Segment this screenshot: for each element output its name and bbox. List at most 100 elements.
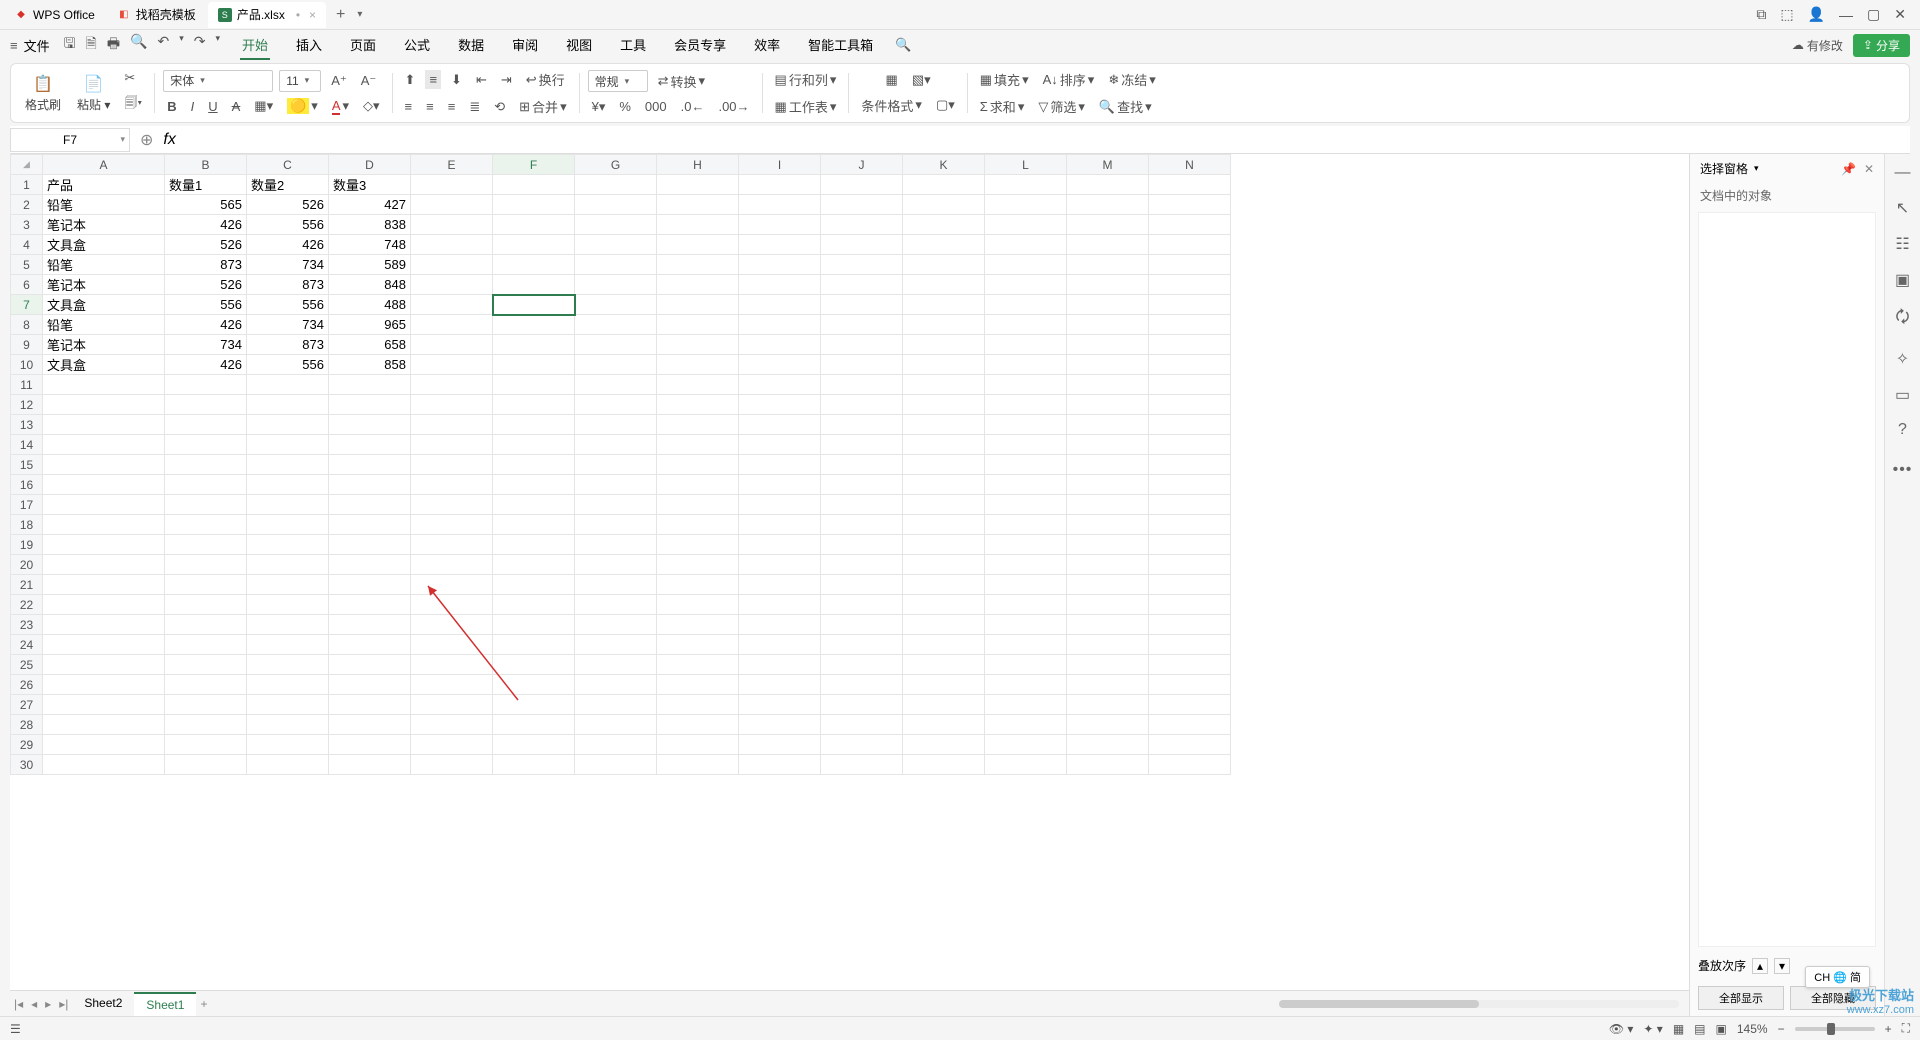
cell-D27[interactable] (329, 695, 411, 715)
align-top-icon[interactable]: ⬆ (401, 70, 420, 90)
cell-N29[interactable] (1149, 735, 1231, 755)
cell-H12[interactable] (657, 395, 739, 415)
cell-I21[interactable] (739, 575, 821, 595)
cell-G6[interactable] (575, 275, 657, 295)
cell-N16[interactable] (1149, 475, 1231, 495)
cell-N18[interactable] (1149, 515, 1231, 535)
cell-M2[interactable] (1067, 195, 1149, 215)
col-header-J[interactable]: J (821, 155, 903, 175)
cell-K15[interactable] (903, 455, 985, 475)
border-button[interactable]: ▦▾ (250, 96, 277, 116)
cell-D17[interactable] (329, 495, 411, 515)
row-header-29[interactable]: 29 (11, 735, 43, 755)
cell-K7[interactable] (903, 295, 985, 315)
file-tab[interactable]: S 产品.xlsx • × (208, 2, 326, 28)
menu-tab-6[interactable]: 视图 (564, 31, 594, 60)
collapse-rail-icon[interactable]: — (1895, 164, 1911, 182)
cell-B4[interactable]: 526 (165, 235, 247, 255)
cell-N1[interactable] (1149, 175, 1231, 195)
cell-C9[interactable]: 873 (247, 335, 329, 355)
cell-H25[interactable] (657, 655, 739, 675)
merge-button[interactable]: ⊞ 合并▾ (515, 95, 570, 118)
cell-L7[interactable] (985, 295, 1067, 315)
cell-A20[interactable] (43, 555, 165, 575)
strike-button[interactable]: A (228, 97, 245, 116)
cond-format-button[interactable]: 条件格式▾ (857, 94, 926, 117)
cell-B25[interactable] (165, 655, 247, 675)
add-sheet-button[interactable]: + (196, 997, 211, 1011)
cell-I9[interactable] (739, 335, 821, 355)
cell-M11[interactable] (1067, 375, 1149, 395)
cell-E21[interactable] (411, 575, 493, 595)
cell-G25[interactable] (575, 655, 657, 675)
modify-status[interactable]: ☁有修改 (1792, 37, 1843, 54)
italic-button[interactable]: I (187, 97, 199, 116)
indent-right-icon[interactable]: ⇥ (497, 70, 516, 90)
cell-N7[interactable] (1149, 295, 1231, 315)
cell-M26[interactable] (1067, 675, 1149, 695)
cell-A16[interactable] (43, 475, 165, 495)
cell-M9[interactable] (1067, 335, 1149, 355)
cell-H1[interactable] (657, 175, 739, 195)
cell-I3[interactable] (739, 215, 821, 235)
cell-E8[interactable] (411, 315, 493, 335)
cell-K18[interactable] (903, 515, 985, 535)
cell-M24[interactable] (1067, 635, 1149, 655)
cell-K27[interactable] (903, 695, 985, 715)
cell-L16[interactable] (985, 475, 1067, 495)
cell-C18[interactable] (247, 515, 329, 535)
move-up-icon[interactable]: ▴ (1752, 958, 1768, 974)
cell-D9[interactable]: 658 (329, 335, 411, 355)
cell-F10[interactable] (493, 355, 575, 375)
file-menu[interactable]: 文件 (24, 36, 50, 55)
cell-K21[interactable] (903, 575, 985, 595)
cell-G19[interactable] (575, 535, 657, 555)
cell-F5[interactable] (493, 255, 575, 275)
cell-L9[interactable] (985, 335, 1067, 355)
row-header-6[interactable]: 6 (11, 275, 43, 295)
cell-K11[interactable] (903, 375, 985, 395)
cell-M18[interactable] (1067, 515, 1149, 535)
cell-I28[interactable] (739, 715, 821, 735)
help-rail-icon[interactable]: ? (1898, 421, 1907, 439)
cell-J22[interactable] (821, 595, 903, 615)
cell-F20[interactable] (493, 555, 575, 575)
view-custom-icon[interactable]: ▣ (1716, 1022, 1727, 1036)
cell-L8[interactable] (985, 315, 1067, 335)
cell-G9[interactable] (575, 335, 657, 355)
cell-N8[interactable] (1149, 315, 1231, 335)
cell-M25[interactable] (1067, 655, 1149, 675)
cell-G13[interactable] (575, 415, 657, 435)
cell-G3[interactable] (575, 215, 657, 235)
cell-E19[interactable] (411, 535, 493, 555)
menu-tab-4[interactable]: 数据 (456, 31, 486, 60)
cell-G14[interactable] (575, 435, 657, 455)
cell-K4[interactable] (903, 235, 985, 255)
row-header-5[interactable]: 5 (11, 255, 43, 275)
clear-format-button[interactable]: ◇▾ (359, 96, 384, 116)
fx-icon[interactable]: fx (163, 131, 175, 149)
maximize-button[interactable]: ▢ (1867, 6, 1880, 23)
save-icon[interactable]: 🖫 (64, 33, 76, 57)
cell-F27[interactable] (493, 695, 575, 715)
cell-C13[interactable] (247, 415, 329, 435)
cell-I2[interactable] (739, 195, 821, 215)
cell-G29[interactable] (575, 735, 657, 755)
cell-L23[interactable] (985, 615, 1067, 635)
cell-N10[interactable] (1149, 355, 1231, 375)
zoom-label[interactable]: 145% (1737, 1022, 1768, 1036)
cell-H4[interactable] (657, 235, 739, 255)
cell-J16[interactable] (821, 475, 903, 495)
cell-I26[interactable] (739, 675, 821, 695)
sheet-tab-Sheet2[interactable]: Sheet2 (72, 992, 134, 1016)
cell-J18[interactable] (821, 515, 903, 535)
cell-F8[interactable] (493, 315, 575, 335)
eye-icon[interactable]: 👁 ▾ (1609, 1022, 1634, 1036)
row-header-30[interactable]: 30 (11, 755, 43, 775)
row-header-8[interactable]: 8 (11, 315, 43, 335)
cell-H17[interactable] (657, 495, 739, 515)
more-rail-icon[interactable]: ••• (1893, 461, 1913, 479)
cell-A23[interactable] (43, 615, 165, 635)
cell-A5[interactable]: 铅笔 (43, 255, 165, 275)
cell-B19[interactable] (165, 535, 247, 555)
